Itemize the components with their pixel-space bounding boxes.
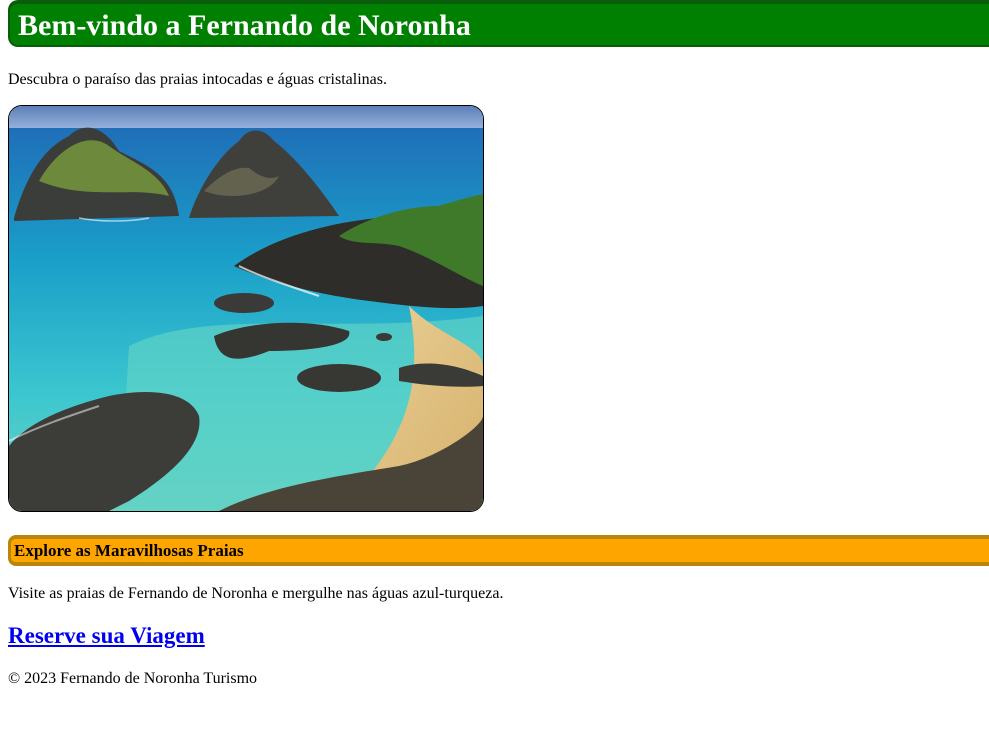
section-text: Visite as praias de Fernando de Noronha …	[8, 585, 504, 602]
intro-text: Descubra o paraíso das praias intocadas …	[8, 71, 387, 88]
section-header-bar: Explore as Maravilhosas Praias	[8, 535, 989, 566]
page-title: Bem-vindo a Fernando de Noronha	[18, 9, 471, 42]
beach-landscape-image	[9, 106, 483, 511]
page: Bem-vindo a Fernando de Noronha Descubra…	[0, 0, 989, 734]
section-title: Explore as Maravilhosas Praias	[14, 541, 244, 560]
header-bar: Bem-vindo a Fernando de Noronha	[8, 0, 989, 47]
hero-image	[8, 105, 484, 512]
reserve-trip-link[interactable]: Reserve sua Viagem	[8, 622, 205, 650]
footer-text: © 2023 Fernando de Noronha Turismo	[8, 670, 258, 687]
